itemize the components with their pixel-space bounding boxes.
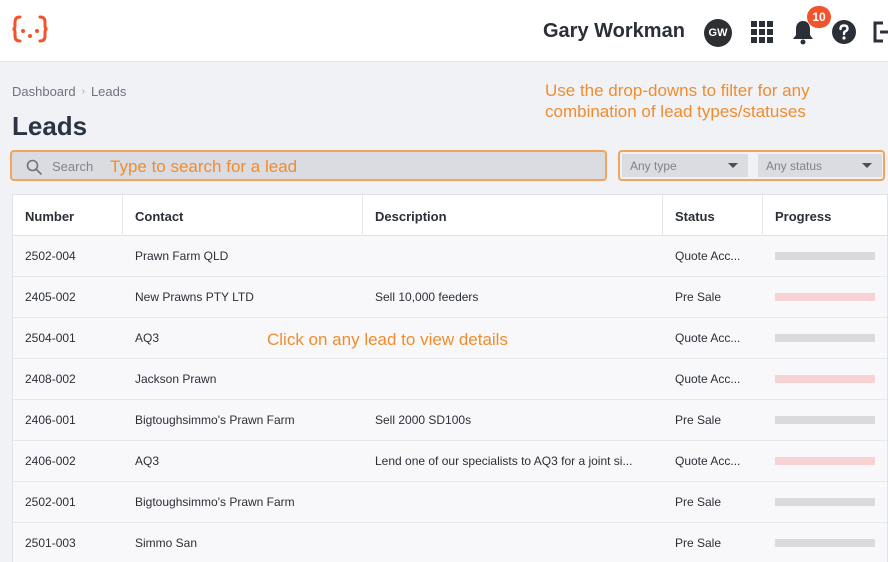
table-row[interactable]: 2501-003 Simmo San Pre Sale <box>13 523 887 562</box>
cell-progress <box>763 498 883 506</box>
page-title: Leads <box>12 111 88 141</box>
cell-number: 2408-002 <box>25 372 76 386</box>
table-row[interactable]: 2406-001 Bigtoughsimmo's Prawn Farm Sell… <box>13 400 887 441</box>
status-filter-select[interactable]: Any status <box>758 154 882 177</box>
column-header-description[interactable]: Description <box>363 195 663 236</box>
table-row[interactable]: 2502-004 Prawn Farm QLD Quote Acc... <box>13 236 887 277</box>
apps-grid-icon[interactable] <box>748 18 776 46</box>
breadcrumb-leads: Leads <box>90 84 127 99</box>
progress-bar <box>775 293 875 301</box>
cell-progress <box>763 375 883 383</box>
avatar[interactable]: GW <box>704 19 732 47</box>
table-header: Number Contact Description Status Progre… <box>13 195 887 236</box>
chevron-down-icon <box>728 163 738 168</box>
cell-contact: AQ3 <box>135 454 160 468</box>
chevron-down-icon <box>862 163 872 168</box>
table-row[interactable]: 2406-002 AQ3 Lend one of our specialists… <box>13 441 887 482</box>
cell-contact: Bigtoughsimmo's Prawn Farm <box>135 495 295 509</box>
breadcrumb-dashboard[interactable]: Dashboard <box>12 84 76 99</box>
status-filter-label: Any status <box>766 159 823 173</box>
cell-number: 2406-002 <box>25 454 76 468</box>
leads-table: Number Contact Description Status Progre… <box>12 194 888 562</box>
column-header-number[interactable]: Number <box>13 195 123 236</box>
column-header-contact[interactable]: Contact <box>123 195 363 236</box>
filter-group: Any type Any status <box>618 150 885 181</box>
search-box[interactable] <box>10 150 607 181</box>
cell-number: 2405-002 <box>25 290 76 304</box>
progress-bar <box>775 457 875 465</box>
cell-number: 2502-001 <box>25 495 76 509</box>
progress-bar <box>775 334 875 342</box>
search-icon <box>26 159 42 175</box>
cell-number: 2501-003 <box>25 536 76 550</box>
cell-status: Quote Acc... <box>675 249 741 263</box>
logo-icon[interactable] <box>12 14 48 44</box>
cell-status: Pre Sale <box>675 413 722 427</box>
help-icon[interactable] <box>830 18 858 46</box>
notification-badge: 10 <box>807 6 831 28</box>
click-hint: Click on any lead to view details <box>267 330 508 349</box>
progress-bar <box>775 375 875 383</box>
type-filter-select[interactable]: Any type <box>622 154 748 177</box>
progress-bar <box>775 252 875 260</box>
cell-contact: Simmo San <box>135 536 198 550</box>
cell-description: Sell 2000 SD100s <box>375 413 472 427</box>
table-row[interactable]: 2405-002 New Prawns PTY LTD Sell 10,000 … <box>13 277 887 318</box>
cell-progress <box>763 252 883 260</box>
cell-status: Pre Sale <box>675 495 722 509</box>
chevron-right-icon: › <box>81 86 85 97</box>
cell-description: Sell 10,000 feeders <box>375 290 479 304</box>
cell-progress <box>763 334 883 342</box>
logout-icon[interactable] <box>868 18 888 46</box>
table-row[interactable]: 2502-001 Bigtoughsimmo's Prawn Farm Pre … <box>13 482 887 523</box>
cell-contact: Bigtoughsimmo's Prawn Farm <box>135 413 295 427</box>
cell-progress <box>763 457 883 465</box>
progress-bar <box>775 416 875 424</box>
cell-progress <box>763 416 883 424</box>
cell-number: 2406-001 <box>25 413 76 427</box>
filter-hint: Use the drop-downs to filter for any com… <box>545 81 810 121</box>
cell-progress <box>763 539 883 547</box>
cell-number: 2502-004 <box>25 249 76 263</box>
cell-status: Quote Acc... <box>675 331 741 345</box>
user-name[interactable]: Gary Workman <box>543 20 685 43</box>
breadcrumb: Dashboard › Leads <box>12 84 126 99</box>
cell-progress <box>763 293 883 301</box>
cell-status: Pre Sale <box>675 536 722 550</box>
table-row[interactable]: 2408-002 Jackson Prawn Quote Acc... <box>13 359 887 400</box>
cell-contact: New Prawns PTY LTD <box>135 290 254 304</box>
cell-description: Lend one of our specialists to AQ3 for a… <box>375 454 633 468</box>
progress-bar <box>775 539 875 547</box>
cell-status: Pre Sale <box>675 290 722 304</box>
type-filter-label: Any type <box>630 159 677 173</box>
column-header-status[interactable]: Status <box>663 195 763 236</box>
cell-contact: Jackson Prawn <box>135 372 217 386</box>
cell-contact: Prawn Farm QLD <box>135 249 229 263</box>
top-bar: Gary Workman GW 10 <box>0 0 888 62</box>
column-header-progress[interactable]: Progress <box>763 195 883 236</box>
progress-bar <box>775 498 875 506</box>
cell-status: Quote Acc... <box>675 454 741 468</box>
cell-number: 2504-001 <box>25 331 76 345</box>
cell-status: Quote Acc... <box>675 372 741 386</box>
search-hint: Type to search for a lead <box>110 157 298 176</box>
